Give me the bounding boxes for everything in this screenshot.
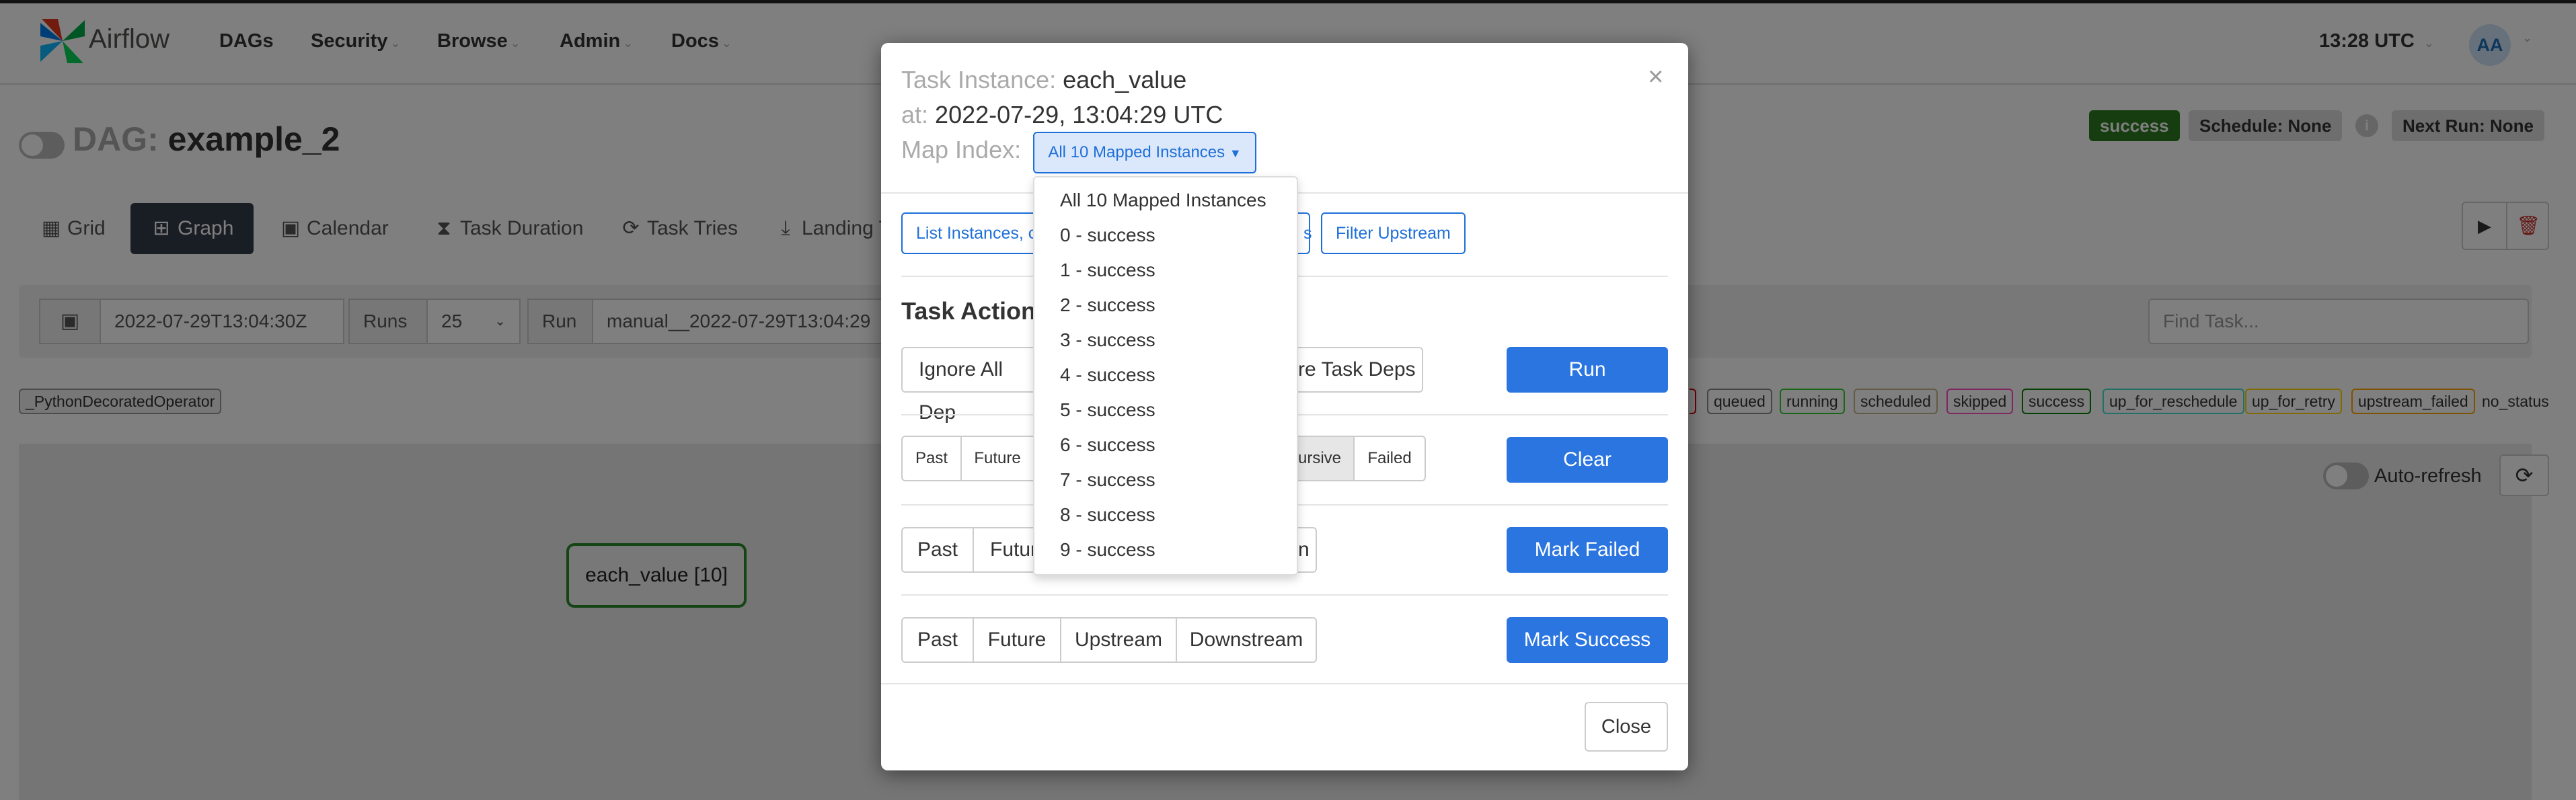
filter-upstream-button[interactable]: Filter Upstream (1321, 212, 1466, 254)
map-index-option[interactable]: 2 - success (1060, 294, 1156, 316)
map-index-line: Map Index: (901, 136, 1021, 164)
map-index-option-all[interactable]: All 10 Mapped Instances (1060, 190, 1266, 211)
map-index-option[interactable]: 7 - success (1060, 469, 1156, 491)
close-icon[interactable]: × (1648, 62, 1663, 92)
task-instance-line: Task Instance: each_value (901, 66, 1186, 94)
ignore-all-deps-button[interactable]: Ignore All Dep (901, 347, 1033, 424)
task-instance-label: Task Instance: (901, 66, 1057, 93)
map-index-option[interactable]: 9 - success (1060, 539, 1156, 561)
map-index-option[interactable]: 3 - success (1060, 329, 1156, 351)
close-button[interactable]: Close (1585, 702, 1668, 752)
map-index-option[interactable]: 4 - success (1060, 364, 1156, 386)
success-downstream-toggle[interactable]: Downstream (1176, 617, 1317, 663)
clear-button[interactable]: Clear (1507, 437, 1668, 483)
clear-past-toggle[interactable]: Past (901, 436, 962, 481)
success-past-toggle[interactable]: Past (901, 617, 974, 663)
ignore-task-deps-button[interactable]: re Task Deps (1298, 347, 1423, 393)
task-actions-title: Task Actions (901, 297, 1050, 325)
list-instances-button[interactable]: List Instances, c (901, 212, 1033, 254)
clear-failed-toggle[interactable]: Failed (1353, 436, 1426, 481)
failed-future-toggle[interactable]: Futur (973, 527, 1037, 573)
task-instance-value: each_value (1063, 66, 1187, 93)
success-future-toggle[interactable]: Future (973, 617, 1061, 663)
execution-time-line: at: 2022-07-29, 13:04:29 UTC (901, 101, 1223, 129)
map-index-option[interactable]: 8 - success (1060, 504, 1156, 526)
run-button[interactable]: Run (1507, 347, 1668, 393)
modal-footer-divider (881, 683, 1688, 684)
map-index-option[interactable]: 6 - success (1060, 434, 1156, 456)
section-divider (901, 594, 1668, 596)
clear-future-toggle[interactable]: Future (960, 436, 1033, 481)
map-index-dropdown[interactable]: All 10 Mapped Instances ▼ (1033, 132, 1256, 173)
failed-past-toggle[interactable]: Past (901, 527, 974, 573)
map-index-option[interactable]: 0 - success (1060, 225, 1156, 246)
at-value: 2022-07-29, 13:04:29 UTC (935, 101, 1223, 128)
map-index-option[interactable]: 5 - success (1060, 399, 1156, 421)
failed-downstream-toggle[interactable]: n (1298, 527, 1317, 573)
mark-failed-button[interactable]: Mark Failed (1507, 527, 1668, 573)
at-label: at: (901, 101, 929, 128)
filter-link-button-fragment[interactable]: s (1298, 212, 1312, 254)
caret-down-icon: ▼ (1229, 147, 1242, 160)
success-upstream-toggle[interactable]: Upstream (1060, 617, 1177, 663)
map-index-label: Map Index: (901, 136, 1022, 163)
map-index-selected: All 10 Mapped Instances (1048, 143, 1225, 161)
clear-recursive-toggle[interactable]: ursive (1298, 436, 1355, 481)
mark-success-button[interactable]: Mark Success (1507, 617, 1668, 663)
map-index-option[interactable]: 1 - success (1060, 259, 1156, 281)
